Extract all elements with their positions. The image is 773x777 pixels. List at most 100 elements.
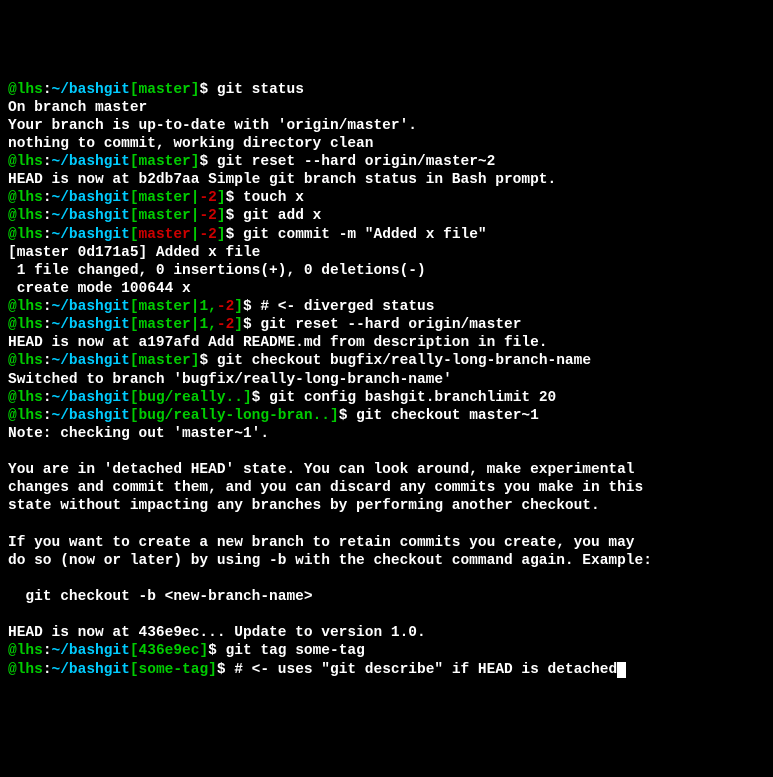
branch-bracket-open: [ [130, 408, 139, 424]
output-line: HEAD is now at b2db7aa Simple git branch… [8, 171, 765, 189]
output-text: On branch master [8, 100, 147, 116]
branch-status-num: -2 [199, 227, 216, 243]
command-text[interactable]: git reset --hard origin/master [260, 317, 521, 333]
prompt-symbol: $ [226, 190, 243, 206]
branch-bracket-close: ] [217, 190, 226, 206]
prompt-symbol: $ [226, 208, 243, 224]
command-text[interactable]: touch x [243, 190, 304, 206]
command-text[interactable]: # <- diverged status [260, 299, 434, 315]
output-text [8, 444, 17, 460]
user-host: @lhs [8, 317, 43, 333]
output-text [8, 517, 17, 533]
output-line [8, 516, 765, 534]
prompt-line: @lhs:~/bashgit[master|1,-2]$ git reset -… [8, 316, 765, 334]
branch-name: master [139, 154, 191, 170]
command-text[interactable]: git add x [243, 208, 321, 224]
prompt-symbol: $ [339, 408, 356, 424]
output-text [8, 607, 17, 623]
prompt-line: @lhs:~/bashgit[master|-2]$ git add x [8, 207, 765, 225]
branch-name: bug/really-long-bran.. [139, 408, 330, 424]
branch-bracket-close: ] [330, 408, 339, 424]
command-text[interactable]: git config bashgit.branchlimit 20 [269, 390, 556, 406]
cwd-path: ~/bashgit [52, 353, 130, 369]
command-text[interactable]: git status [217, 82, 304, 98]
branch-status-num: 1 [199, 317, 208, 333]
output-text: [master 0d171a5] Added x file [8, 245, 260, 261]
user-host: @lhs [8, 353, 43, 369]
output-text [8, 571, 17, 587]
branch-name: master [139, 227, 191, 243]
branch-bracket-open: [ [130, 190, 139, 206]
prompt-line: @lhs:~/bashgit[master]$ git checkout bug… [8, 352, 765, 370]
branch-name: master [139, 299, 191, 315]
branch-name: master [139, 317, 191, 333]
prompt-symbol: $ [199, 154, 216, 170]
cwd-path: ~/bashgit [52, 227, 130, 243]
prompt-line: @lhs:~/bashgit[436e9ec]$ git tag some-ta… [8, 642, 765, 660]
cwd-path: ~/bashgit [52, 390, 130, 406]
output-text: You are in 'detached HEAD' state. You ca… [8, 462, 635, 478]
output-text: do so (now or later) by using -b with th… [8, 553, 652, 569]
output-text: 1 file changed, 0 insertions(+), 0 delet… [8, 263, 426, 279]
prompt-symbol: $ [217, 662, 234, 678]
output-text: Switched to branch 'bugfix/really-long-b… [8, 372, 452, 388]
branch-status-num: -2 [217, 317, 234, 333]
branch-bracket-open: [ [130, 299, 139, 315]
branch-bracket-open: [ [130, 317, 139, 333]
prompt-symbol: $ [199, 353, 216, 369]
output-line: Switched to branch 'bugfix/really-long-b… [8, 371, 765, 389]
prompt-symbol: $ [252, 390, 269, 406]
prompt-line: @lhs:~/bashgit[master]$ git status [8, 81, 765, 99]
output-line: If you want to create a new branch to re… [8, 534, 765, 552]
branch-bracket-open: [ [130, 208, 139, 224]
branch-bracket-open: [ [130, 353, 139, 369]
output-text: If you want to create a new branch to re… [8, 535, 635, 551]
prompt-line: @lhs:~/bashgit[bug/really-long-bran..]$ … [8, 407, 765, 425]
branch-status-num: -2 [199, 190, 216, 206]
prompt-symbol: $ [208, 643, 225, 659]
terminal-output[interactable]: @lhs:~/bashgit[master]$ git statusOn bra… [8, 81, 765, 679]
user-host: @lhs [8, 643, 43, 659]
output-line: On branch master [8, 99, 765, 117]
branch-bracket-open: [ [130, 82, 139, 98]
output-line [8, 606, 765, 624]
user-host: @lhs [8, 208, 43, 224]
command-text[interactable]: git checkout master~1 [356, 408, 539, 424]
branch-name: 436e9ec [139, 643, 200, 659]
output-text: Your branch is up-to-date with 'origin/m… [8, 118, 417, 134]
output-line: 1 file changed, 0 insertions(+), 0 delet… [8, 262, 765, 280]
branch-name: some-tag [139, 662, 209, 678]
prompt-line: @lhs:~/bashgit[bug/really..]$ git config… [8, 389, 765, 407]
prompt-symbol: $ [226, 227, 243, 243]
prompt-symbol: $ [199, 82, 216, 98]
output-line: HEAD is now at a197afd Add README.md fro… [8, 334, 765, 352]
output-text: state without impacting any branches by … [8, 498, 600, 514]
user-host: @lhs [8, 190, 43, 206]
branch-name: master [139, 208, 191, 224]
output-text: HEAD is now at b2db7aa Simple git branch… [8, 172, 556, 188]
branch-bracket-open: [ [130, 662, 139, 678]
cwd-path: ~/bashgit [52, 154, 130, 170]
output-line: state without impacting any branches by … [8, 497, 765, 515]
branch-bracket-close: ] [199, 643, 208, 659]
command-text[interactable]: git checkout bugfix/really-long-branch-n… [217, 353, 591, 369]
command-text[interactable]: git reset --hard origin/master~2 [217, 154, 495, 170]
prompt-symbol: $ [243, 317, 260, 333]
user-host: @lhs [8, 227, 43, 243]
branch-bracket-close: ] [217, 227, 226, 243]
output-line: do so (now or later) by using -b with th… [8, 552, 765, 570]
prompt-line: @lhs:~/bashgit[master|-2]$ touch x [8, 189, 765, 207]
output-line [8, 570, 765, 588]
command-text[interactable]: # <- uses "git describe" if HEAD is deta… [234, 662, 617, 678]
user-host: @lhs [8, 390, 43, 406]
output-text: HEAD is now at 436e9ec... Update to vers… [8, 625, 426, 641]
command-text[interactable]: git commit -m "Added x file" [243, 227, 487, 243]
output-text: changes and commit them, and you can dis… [8, 480, 643, 496]
branch-name: bug/really.. [139, 390, 243, 406]
output-line [8, 443, 765, 461]
command-text[interactable]: git tag some-tag [226, 643, 365, 659]
branch-bracket-open: [ [130, 390, 139, 406]
user-host: @lhs [8, 662, 43, 678]
branch-bracket-close: ] [234, 299, 243, 315]
branch-bracket-close: ] [234, 317, 243, 333]
